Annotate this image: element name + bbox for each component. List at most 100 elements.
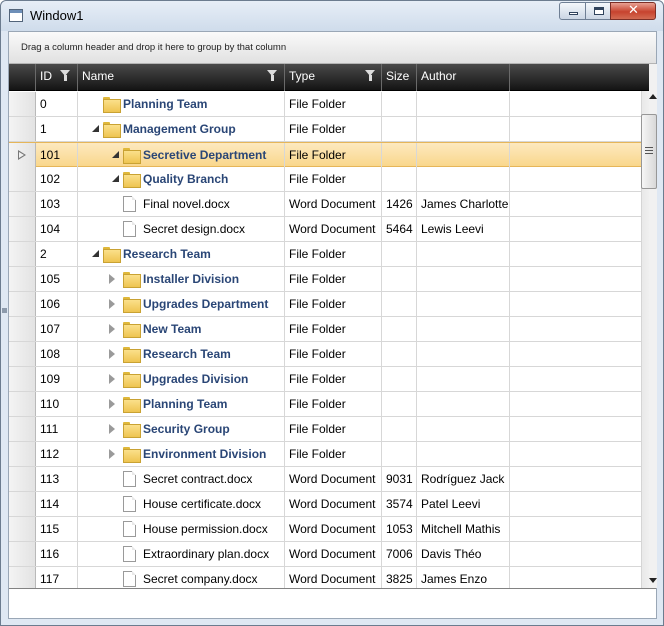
row-indicator-cell[interactable] [9, 317, 36, 341]
cell-size[interactable]: 1426 [382, 192, 417, 216]
cell-size[interactable] [382, 342, 417, 366]
cell-name[interactable]: Planning Team [78, 392, 285, 416]
cell-size[interactable] [382, 317, 417, 341]
row-indicator-cell[interactable] [9, 167, 36, 191]
cell-id[interactable]: 113 [36, 467, 78, 491]
filter-icon[interactable] [60, 70, 71, 82]
cell-author[interactable] [417, 117, 510, 141]
cell-type[interactable]: Word Document [285, 192, 382, 216]
cell-id[interactable]: 105 [36, 267, 78, 291]
cell-id[interactable]: 114 [36, 492, 78, 516]
cell-size[interactable]: 7006 [382, 542, 417, 566]
row-indicator-cell[interactable] [9, 217, 36, 241]
cell-size[interactable] [382, 143, 417, 167]
row-indicator-cell[interactable] [9, 367, 36, 391]
cell-type[interactable]: File Folder [285, 242, 382, 266]
cell-author[interactable] [417, 392, 510, 416]
column-header-author[interactable]: Author [417, 64, 510, 91]
row-indicator-cell[interactable] [9, 267, 36, 291]
cell-id[interactable]: 109 [36, 367, 78, 391]
cell-name[interactable]: Environment Division [78, 442, 285, 466]
cell-size[interactable]: 1053 [382, 517, 417, 541]
cell-name[interactable]: House certificate.docx [78, 492, 285, 516]
table-row[interactable]: 112 Environment Division File Folder [9, 442, 649, 467]
cell-author[interactable] [417, 292, 510, 316]
cell-author[interactable]: James Charlotte [417, 192, 510, 216]
maximize-button[interactable] [585, 2, 611, 20]
filter-icon[interactable] [365, 70, 376, 82]
cell-id[interactable]: 103 [36, 192, 78, 216]
cell-name[interactable]: Secret design.docx [78, 217, 285, 241]
cell-size[interactable] [382, 242, 417, 266]
row-indicator-cell[interactable] [9, 342, 36, 366]
cell-name[interactable]: New Team [78, 317, 285, 341]
cell-size[interactable] [382, 117, 417, 141]
cell-size[interactable]: 3574 [382, 492, 417, 516]
cell-size[interactable] [382, 417, 417, 441]
row-indicator-cell[interactable] [9, 542, 36, 566]
cell-author[interactable]: Rodríguez Jack [417, 467, 510, 491]
cell-size[interactable]: 9031 [382, 467, 417, 491]
cell-name[interactable]: Security Group [78, 417, 285, 441]
cell-id[interactable]: 0 [36, 92, 78, 116]
row-indicator-cell[interactable] [9, 292, 36, 316]
table-row[interactable]: 102 Quality Branch File Folder [9, 167, 649, 192]
scrollbar-thumb[interactable] [641, 114, 657, 189]
cell-id[interactable]: 102 [36, 167, 78, 191]
cell-id[interactable]: 116 [36, 542, 78, 566]
cell-id[interactable]: 108 [36, 342, 78, 366]
cell-type[interactable]: Word Document [285, 217, 382, 241]
row-indicator-cell[interactable] [9, 143, 36, 167]
scroll-up-icon[interactable] [649, 91, 657, 103]
expand-icon[interactable] [109, 424, 115, 434]
row-indicator-cell[interactable] [9, 192, 36, 216]
row-indicator-cell[interactable] [9, 242, 36, 266]
cell-author[interactable] [417, 92, 510, 116]
title-bar[interactable]: Window1 ✕ [1, 1, 663, 31]
cell-id[interactable]: 117 [36, 567, 78, 588]
column-header-type[interactable]: Type [285, 64, 382, 91]
cell-name[interactable]: Secretive Department [78, 143, 285, 167]
row-indicator-cell[interactable] [9, 417, 36, 441]
expand-icon[interactable] [109, 374, 115, 384]
cell-type[interactable]: File Folder [285, 143, 382, 167]
cell-name[interactable]: Research Team [78, 242, 285, 266]
cell-type[interactable]: File Folder [285, 342, 382, 366]
cell-author[interactable]: Lewis Leevi [417, 217, 510, 241]
cell-size[interactable]: 5464 [382, 217, 417, 241]
cell-size[interactable] [382, 292, 417, 316]
table-row[interactable]: 110 Planning Team File Folder [9, 392, 649, 417]
cell-author[interactable] [417, 442, 510, 466]
cell-size[interactable]: 3825 [382, 567, 417, 588]
cell-size[interactable] [382, 442, 417, 466]
cell-author[interactable]: James Enzo [417, 567, 510, 588]
table-row[interactable]: 116 Extraordinary plan.docx Word Document 7… [9, 542, 649, 567]
cell-type[interactable]: Word Document [285, 542, 382, 566]
cell-name[interactable]: Planning Team [78, 92, 285, 116]
table-row[interactable]: 113 Secret contract.docx Word Document 9031… [9, 467, 649, 492]
cell-author[interactable] [417, 317, 510, 341]
cell-author[interactable]: Davis Théo [417, 542, 510, 566]
cell-name[interactable]: House permission.docx [78, 517, 285, 541]
cell-type[interactable]: Word Document [285, 517, 382, 541]
row-indicator-cell[interactable] [9, 467, 36, 491]
cell-name[interactable]: Secret company.docx [78, 567, 285, 588]
cell-author[interactable]: Mitchell Mathis [417, 517, 510, 541]
vertical-scrollbar[interactable] [641, 64, 657, 588]
cell-name[interactable]: Management Group [78, 117, 285, 141]
cell-author[interactable]: Patel Leevi [417, 492, 510, 516]
table-row[interactable]: 117 Secret company.docx Word Document 3825 J… [9, 567, 649, 588]
cell-id[interactable]: 110 [36, 392, 78, 416]
expand-icon[interactable] [109, 399, 115, 409]
cell-type[interactable]: File Folder [285, 317, 382, 341]
cell-author[interactable] [417, 267, 510, 291]
cell-author[interactable] [417, 367, 510, 391]
cell-id[interactable]: 106 [36, 292, 78, 316]
cell-name[interactable]: Secret contract.docx [78, 467, 285, 491]
cell-id[interactable]: 104 [36, 217, 78, 241]
cell-type[interactable]: File Folder [285, 267, 382, 291]
expand-icon[interactable] [109, 349, 115, 359]
table-row[interactable]: 107 New Team File Folder [9, 317, 649, 342]
expand-icon[interactable] [109, 324, 115, 334]
column-header-id[interactable]: ID [36, 64, 78, 91]
